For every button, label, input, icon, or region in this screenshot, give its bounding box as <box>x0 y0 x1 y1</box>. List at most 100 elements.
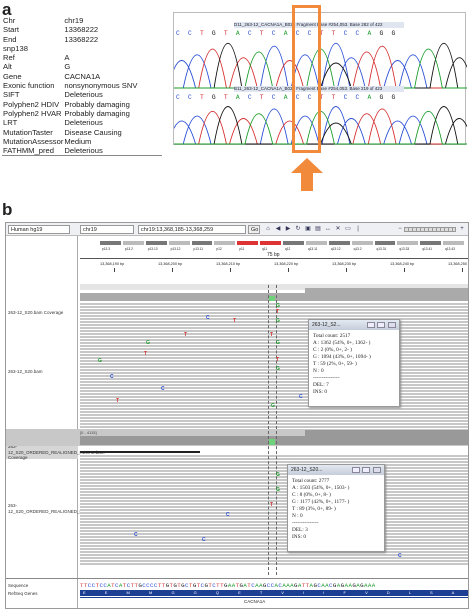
ruler-icon[interactable]: ↔ <box>324 225 332 233</box>
minimize-icon[interactable] <box>352 467 360 473</box>
band-label: p13.13 <box>147 247 158 251</box>
base-call: C <box>343 94 356 101</box>
track-label-coverage-1[interactable]: 263-12_S20.bam Coverage <box>8 310 63 316</box>
annotation-row: Gene CACNA1A <box>2 72 162 81</box>
chromosome-band[interactable] <box>122 241 144 245</box>
base-call: A <box>235 30 248 37</box>
mismatch-base: C <box>161 386 165 392</box>
base-call: C <box>247 30 260 37</box>
chromosome-band[interactable] <box>305 241 327 245</box>
chromosome-band[interactable] <box>443 241 464 245</box>
back-icon[interactable]: ◀ <box>274 225 282 233</box>
chromosome-band[interactable] <box>283 241 304 245</box>
base-call: T <box>199 94 212 101</box>
annotation-value: Medium <box>64 136 92 146</box>
mismatch-base: C <box>110 374 114 380</box>
popup-1-body: Total count: 2517 A : 1362 (54%, 0+, 1362… <box>309 330 399 399</box>
mismatch-base: T <box>276 357 280 363</box>
popup-close-icon[interactable] <box>388 322 396 328</box>
chromosome-band[interactable] <box>397 241 419 245</box>
track-label-refseq[interactable]: RefSeq Genes <box>8 591 38 597</box>
annotation-key: Polyphen2 HVAR <box>3 108 62 118</box>
locus-input[interactable]: chr19:13,368,185-13,368,259 <box>138 225 246 234</box>
mismatch-base: G <box>98 358 102 364</box>
home-icon[interactable]: ⌂ <box>264 225 272 233</box>
track-label-sequence[interactable]: Sequence <box>8 583 28 589</box>
chromatogram-bases-2: C C T G T A C T C A C C T T C C A G G <box>176 94 397 101</box>
annotation-key: MutationAssessor <box>3 136 64 146</box>
band-label: p13.3 <box>102 247 110 251</box>
chromosome-band[interactable] <box>237 241 259 245</box>
chromosome-band[interactable] <box>168 241 190 245</box>
chromosome-select[interactable]: chr19 <box>80 225 134 234</box>
popup-2-title: 263-12_S20... <box>291 467 323 473</box>
band-label: q13.12 <box>330 247 341 251</box>
popup-line: Total count: 2777 <box>292 478 330 484</box>
mismatch-base: C <box>398 553 402 559</box>
ruler-tick <box>404 268 405 272</box>
band-label: q13.33 <box>399 247 410 251</box>
maximize-icon[interactable] <box>377 322 385 328</box>
base-call: T <box>259 30 272 37</box>
zoom-in-icon[interactable]: + <box>458 225 466 233</box>
annotation-key: LRT <box>3 118 18 128</box>
coverage-range-label: [0 - 4115] <box>80 430 97 435</box>
refresh-icon[interactable]: ↻ <box>294 225 302 233</box>
mismatch-base: T <box>184 332 188 338</box>
annotation-value: Deleterious <box>64 118 103 128</box>
minimize-icon[interactable] <box>367 322 375 328</box>
close-icon[interactable]: ✕ <box>334 225 342 233</box>
base-call: T <box>319 30 332 37</box>
allele-popup-2[interactable]: 263-12_S20... Total count: 2777 A : 1503 … <box>287 464 385 552</box>
popup-line: DEL: 3 <box>292 527 308 533</box>
forward-icon[interactable]: ▶ <box>284 225 292 233</box>
mismatch-base: T <box>116 398 120 404</box>
chromosome-band[interactable] <box>214 241 236 245</box>
zoom-slider[interactable] <box>404 227 456 232</box>
region-icon[interactable]: ▣ <box>304 225 312 233</box>
chromosome-band[interactable] <box>420 241 442 245</box>
popup-line: INS: 0 <box>292 534 306 540</box>
band-label: p11 <box>239 247 245 251</box>
igv-browser-window: Human hg19 chr19 chr19:13,368,185-13,368… <box>5 222 469 609</box>
allele-popup-1[interactable]: 263-12_S2... Total count: 2517 A : 1362 (… <box>308 319 400 407</box>
chromosome-band[interactable] <box>145 241 167 245</box>
mismatch-base: G <box>276 472 280 478</box>
chromosome-band[interactable] <box>351 241 373 245</box>
annotation-value: Deleterious <box>64 90 103 100</box>
zoom-out-icon[interactable]: − <box>396 225 404 233</box>
mismatch-base: G <box>276 340 280 346</box>
popup-icon[interactable]: ▭ <box>344 225 352 233</box>
popup-line: N : 0 <box>313 368 324 374</box>
chromosome-band[interactable] <box>260 241 281 245</box>
band-label: q13.2 <box>353 247 362 251</box>
genome-select[interactable]: Human hg19 <box>8 225 70 234</box>
annotation-value: 13368222 <box>64 25 99 35</box>
chromosome-band[interactable] <box>374 241 396 245</box>
mismatch-base: T <box>144 351 148 357</box>
annotation-row: End 13368222 <box>2 35 162 44</box>
track-label-bam-2[interactable]: 263-12_S20_ORDERED_REALIGNED_RECAL.bam <box>8 503 105 514</box>
popup-line: --------------- <box>313 375 340 381</box>
mismatch-base: C <box>134 532 138 538</box>
ruler-tick-label: 13,368,200 bp <box>158 262 183 266</box>
mismatch-base: G <box>276 487 280 493</box>
base-call: T <box>259 94 272 101</box>
band-label: q13.31 <box>376 247 387 251</box>
chromosome-band[interactable] <box>191 241 213 245</box>
track-label-coverage-2[interactable]: 263-12_S20_ORDERED_REALIGNED_RECAL.bam C… <box>8 444 105 461</box>
annotation-key: snp138 <box>3 43 28 53</box>
popup-close-icon[interactable] <box>373 467 381 473</box>
base-call: T <box>223 94 236 101</box>
annotation-key: SIFT <box>3 90 20 100</box>
ruler-tick <box>114 268 115 272</box>
go-button[interactable]: Go <box>248 225 260 234</box>
track-label-bam-1[interactable]: 263-12_S20.bam <box>8 369 43 375</box>
ruler-tick-label: 13,368,210 bp <box>216 262 241 266</box>
annotation-row: Start 13368222 <box>2 25 162 34</box>
window-icon[interactable]: ▤ <box>314 225 322 233</box>
chromosome-band[interactable] <box>328 241 350 245</box>
chromosome-band[interactable] <box>100 241 121 245</box>
maximize-icon[interactable] <box>362 467 370 473</box>
ruler-tick <box>230 268 231 272</box>
